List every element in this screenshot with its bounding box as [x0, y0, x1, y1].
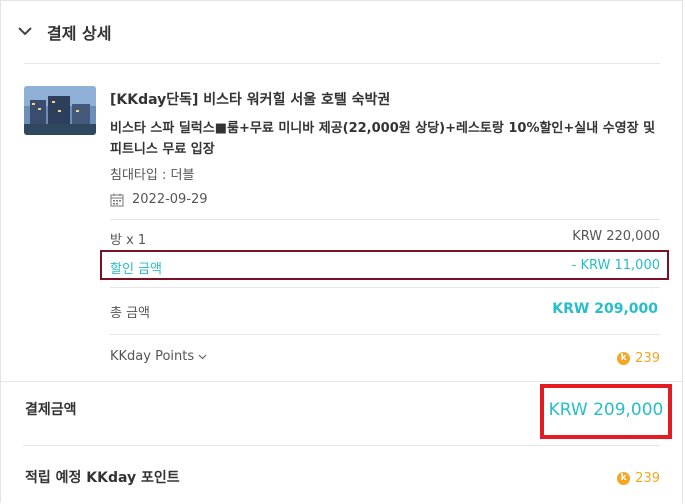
payment-amount: KRW 209,000 [548, 400, 664, 420]
calendar-icon [110, 193, 124, 207]
chevron-down-icon[interactable] [16, 22, 34, 40]
points-amount: 239 [635, 351, 660, 366]
product-option: 비스타 스파 딜럭스■룸+무료 미니바 제공(22,000원 상당)+레스토랑 … [110, 121, 656, 157]
travel-date: 2022-09-29 [132, 192, 208, 207]
divider [110, 219, 660, 220]
divider [23, 445, 660, 446]
payment-detail-card: 결제 상세 [KKday단독] 비스타 워커힐 서울 호텔 숙박권 비스타 스파… [0, 0, 683, 503]
earn-points-value: k 239 [617, 468, 660, 487]
kkday-coin-icon: k [617, 472, 631, 485]
room-price: KRW 220,000 [572, 229, 660, 244]
kkday-points-label: KKday Points [110, 349, 195, 364]
divider [24, 63, 660, 64]
section-title[interactable]: 결제 상세 [47, 20, 111, 44]
earn-points-label: 적립 예정 KKday 포인트 [25, 470, 180, 486]
chevron-down-icon [198, 354, 207, 360]
discount-label: 할인 금액 [110, 262, 162, 277]
total-amount: KRW 209,000 [552, 301, 658, 317]
earn-points-amount: 239 [635, 471, 660, 486]
divider [110, 287, 660, 288]
total-label: 총 금액 [110, 306, 151, 321]
kkday-coin-icon: k [617, 352, 631, 365]
product-title[interactable]: [KKday단독] 비스타 워커힐 서울 호텔 숙박권 [110, 89, 390, 109]
bed-type: 침대타입 : 더블 [110, 168, 195, 183]
payment-amount-label: 결제금액 [25, 402, 77, 418]
divider [110, 334, 660, 335]
divider [1, 381, 682, 382]
discount-amount: - KRW 11,000 [571, 258, 660, 273]
product-thumbnail [24, 86, 96, 135]
payment-amount-highlight: KRW 209,000 [540, 384, 672, 439]
points-value: k 239 [617, 348, 660, 367]
kkday-points-toggle[interactable]: KKday Points [110, 349, 207, 364]
room-qty-label: 방 x 1 [110, 233, 147, 248]
